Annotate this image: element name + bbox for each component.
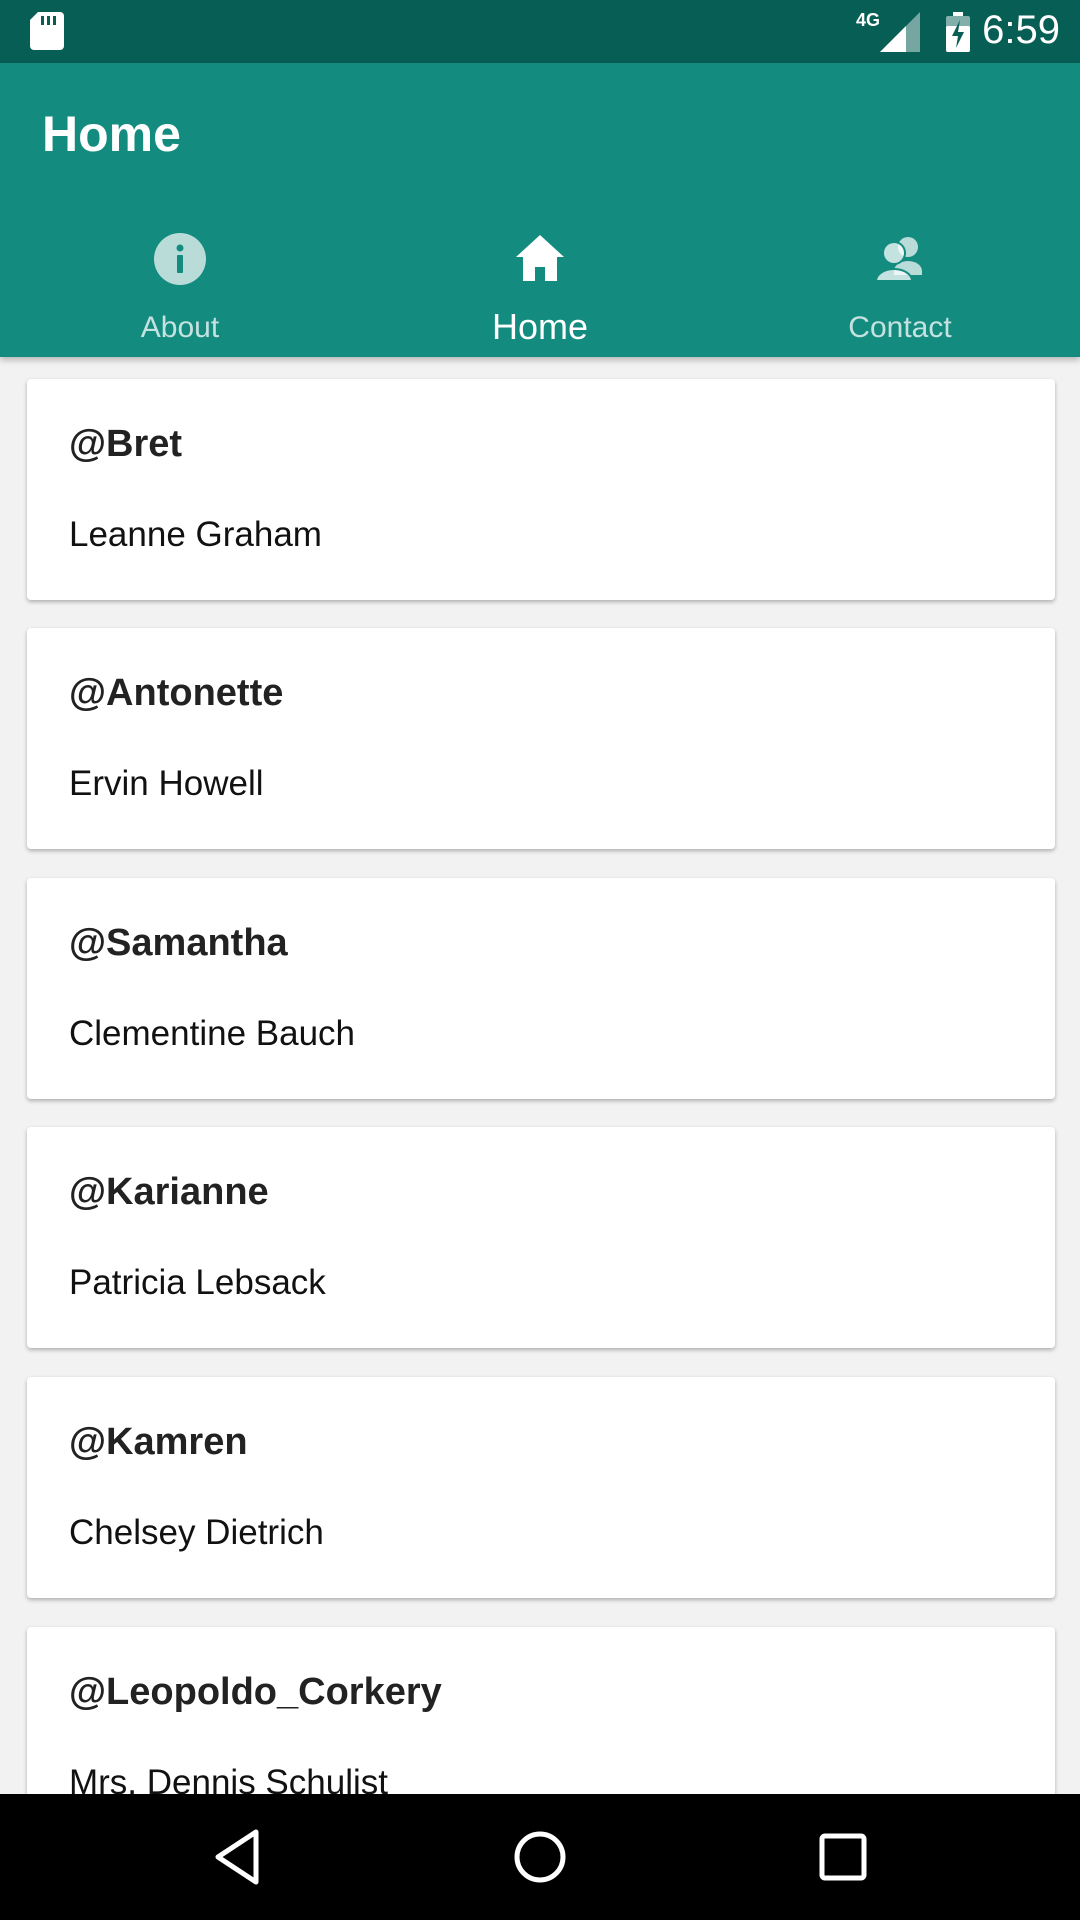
user-list: @Bret Leanne Graham @Antonette Ervin How…: [0, 357, 1080, 1794]
home-icon: [516, 235, 564, 281]
sd-card-icon: [30, 12, 64, 50]
user-name: Mrs. Dennis Schulist: [69, 1763, 388, 1794]
battery-charging-icon: [946, 12, 970, 52]
tab-about[interactable]: About: [0, 223, 360, 357]
contacts-icon: [874, 237, 922, 282]
user-handle: @Bret: [69, 423, 183, 465]
back-icon[interactable]: [202, 1822, 272, 1892]
tab-bar: About Home Contact: [0, 223, 1080, 357]
user-card[interactable]: @Samantha Clementine Bauch: [27, 878, 1055, 1099]
user-handle: @Kamren: [69, 1421, 248, 1463]
clock: 6:59: [982, 8, 1060, 52]
user-name: Ervin Howell: [69, 764, 264, 803]
app-bar: Home About Home Contact: [0, 63, 1080, 357]
user-handle: @Karianne: [69, 1171, 269, 1213]
user-card[interactable]: @Leopoldo_Corkery Mrs. Dennis Schulist: [27, 1627, 1055, 1794]
status-bar: 4G 6:59: [0, 0, 1080, 63]
user-name: Chelsey Dietrich: [69, 1513, 324, 1552]
tab-about-label: About: [140, 311, 220, 344]
user-name: Leanne Graham: [69, 515, 322, 554]
user-handle: @Antonette: [69, 672, 284, 714]
network-type: 4G: [855, 10, 880, 30]
page-title: Home: [42, 106, 181, 162]
tab-contact-label: Contact: [848, 311, 952, 344]
user-handle: @Samantha: [69, 922, 288, 964]
info-icon: [154, 233, 206, 285]
user-card[interactable]: @Antonette Ervin Howell: [27, 628, 1055, 849]
user-card[interactable]: @Karianne Patricia Lebsack: [27, 1127, 1055, 1348]
user-name: Patricia Lebsack: [69, 1263, 326, 1302]
user-name: Clementine Bauch: [69, 1014, 355, 1053]
signal-icon: [880, 12, 920, 52]
user-handle: @Leopoldo_Corkery: [69, 1671, 442, 1713]
home-circle-icon[interactable]: [505, 1822, 575, 1892]
user-card[interactable]: @Bret Leanne Graham: [27, 379, 1055, 600]
navigation-bar: [0, 1794, 1080, 1920]
tab-home-label: Home: [491, 306, 589, 347]
tab-contact[interactable]: Contact: [720, 223, 1080, 357]
tab-home[interactable]: Home: [360, 223, 720, 357]
recents-icon[interactable]: [808, 1822, 878, 1892]
user-card[interactable]: @Kamren Chelsey Dietrich: [27, 1377, 1055, 1598]
